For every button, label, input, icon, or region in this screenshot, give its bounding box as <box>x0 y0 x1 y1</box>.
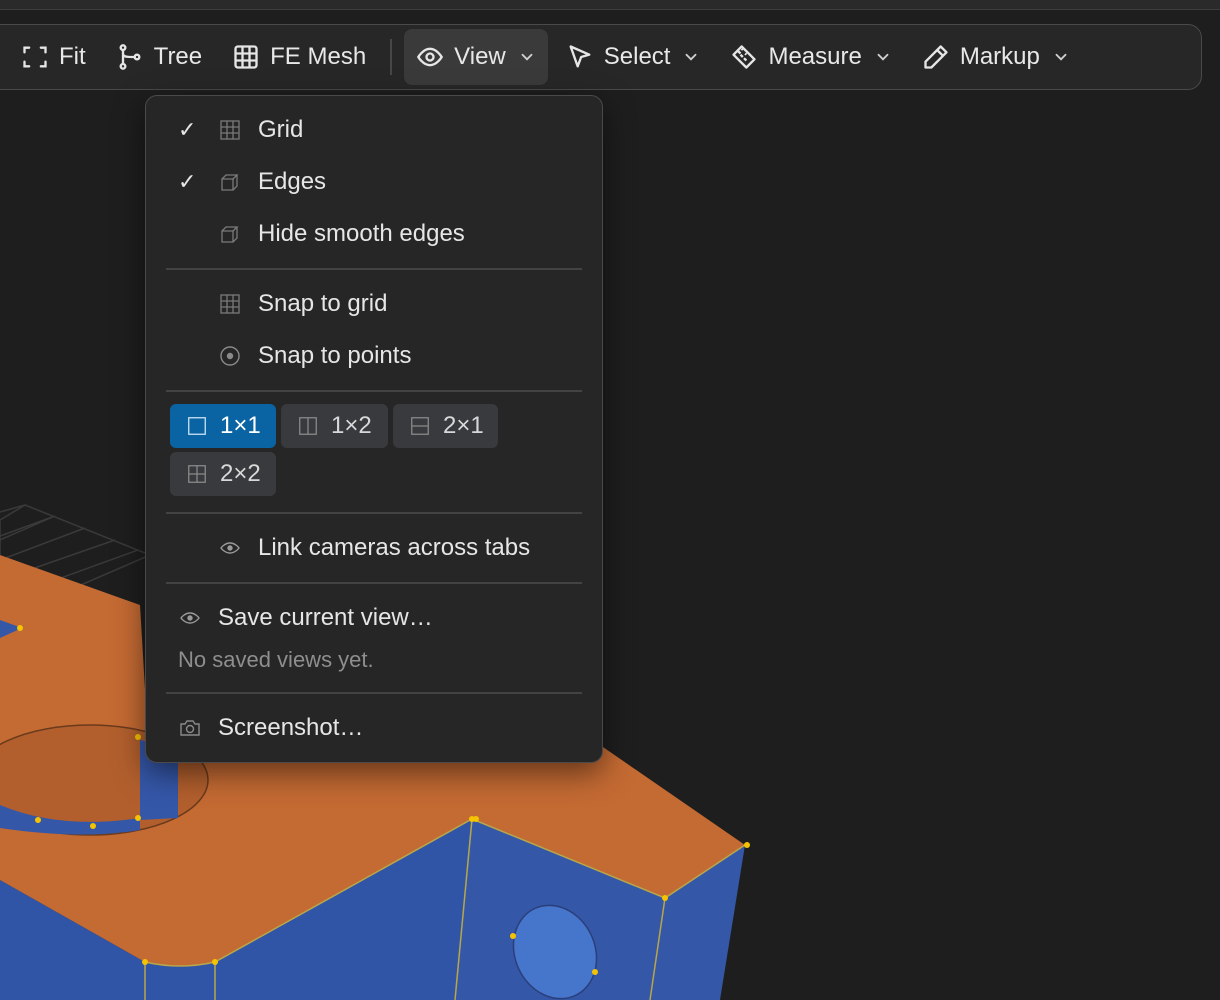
menu-divider <box>166 582 582 584</box>
markup-label: Markup <box>959 43 1040 70</box>
window-top-border <box>0 0 1220 10</box>
menu-item-label: Grid <box>258 116 304 143</box>
layout-split-horizontal-icon <box>411 417 429 435</box>
menu-item-label: Snap to points <box>258 342 412 369</box>
layout-label: 2×2 <box>220 460 261 487</box>
camera-icon <box>180 720 200 736</box>
tree-label: Tree <box>153 43 203 70</box>
fe-mesh-label: FE Mesh <box>270 43 367 70</box>
layout-single-icon <box>188 417 206 435</box>
fit-button[interactable]: Fit <box>9 29 98 85</box>
menu-item-label: Edges <box>258 168 327 195</box>
menu-item-screenshot[interactable]: Screenshot… <box>166 704 582 752</box>
tree-button[interactable]: Tree <box>104 29 214 85</box>
no-saved-views-text: No saved views yet. <box>178 647 374 672</box>
target-point-icon <box>220 346 240 366</box>
layout-label: 1×1 <box>220 412 261 439</box>
menu-divider <box>166 390 582 392</box>
chevron-down-icon <box>686 53 697 61</box>
menu-item-label: Snap to grid <box>258 290 388 317</box>
layout-quad-icon <box>188 465 206 483</box>
ruler-icon <box>732 45 757 69</box>
menu-item-hide-smooth-edges[interactable]: Hide smooth edges <box>166 210 582 258</box>
check-icon: ✓ <box>178 169 197 194</box>
menu-divider <box>166 692 582 694</box>
view-dropdown-menu: ✓ Grid ✓ Edges Hide smooth edges Snap to… <box>145 95 603 763</box>
layout-split-vertical-icon <box>299 417 317 435</box>
menu-divider <box>166 268 582 270</box>
cube-edges-icon <box>221 174 239 191</box>
menu-item-snap-to-points[interactable]: Snap to points <box>166 332 582 380</box>
menu-item-grid[interactable]: ✓ Grid <box>166 106 582 154</box>
measure-label: Measure <box>768 43 862 70</box>
grid-icon <box>220 294 240 314</box>
menu-item-label: Link cameras across tabs <box>258 534 531 561</box>
fe-mesh-icon <box>234 45 258 69</box>
select-menu-button[interactable]: Select <box>554 29 713 85</box>
pencil-icon <box>924 45 948 69</box>
select-label: Select <box>603 43 671 70</box>
menu-item-label: Hide smooth edges <box>258 220 465 247</box>
view-label: View <box>454 43 506 70</box>
chevron-down-icon <box>521 53 533 61</box>
toolbar-divider <box>390 39 393 75</box>
menu-item-snap-to-grid[interactable]: Snap to grid <box>166 280 582 328</box>
menu-item-label: Save current view… <box>218 604 433 631</box>
grid-icon <box>220 120 240 140</box>
tree-icon <box>119 44 141 70</box>
eye-icon <box>180 612 200 624</box>
layout-2x1-button[interactable]: 2×1 <box>393 404 498 448</box>
fe-mesh-button[interactable]: FE Mesh <box>220 29 378 85</box>
eye-icon <box>220 542 240 554</box>
layout-label: 2×1 <box>443 412 484 439</box>
layout-2x2-button[interactable]: 2×2 <box>170 452 276 496</box>
menu-item-edges[interactable]: ✓ Edges <box>166 158 582 206</box>
menu-item-save-view[interactable]: Save current view… <box>166 594 582 642</box>
chevron-down-icon <box>1055 53 1067 61</box>
check-icon: ✓ <box>178 117 197 142</box>
menu-divider <box>166 512 582 514</box>
menu-item-label: Screenshot… <box>218 714 364 741</box>
layout-1x2-button[interactable]: 1×2 <box>281 404 388 448</box>
eye-icon <box>417 47 444 67</box>
markup-menu-button[interactable]: Markup <box>910 29 1082 85</box>
viewer-toolbar: Fit Tree FE Mesh View Select Measure Mar… <box>0 24 1202 90</box>
menu-item-link-cameras[interactable]: Link cameras across tabs <box>166 524 582 572</box>
cursor-arrow-icon <box>569 45 591 68</box>
layout-1x1-button[interactable]: 1×1 <box>170 404 276 448</box>
measure-menu-button[interactable]: Measure <box>718 29 903 85</box>
layout-label: 1×2 <box>331 412 372 439</box>
fit-label: Fit <box>59 43 86 70</box>
chevron-down-icon <box>877 53 889 61</box>
fit-icon <box>23 46 47 68</box>
cube-edges-icon <box>221 226 239 243</box>
view-menu-button[interactable]: View <box>404 29 548 85</box>
